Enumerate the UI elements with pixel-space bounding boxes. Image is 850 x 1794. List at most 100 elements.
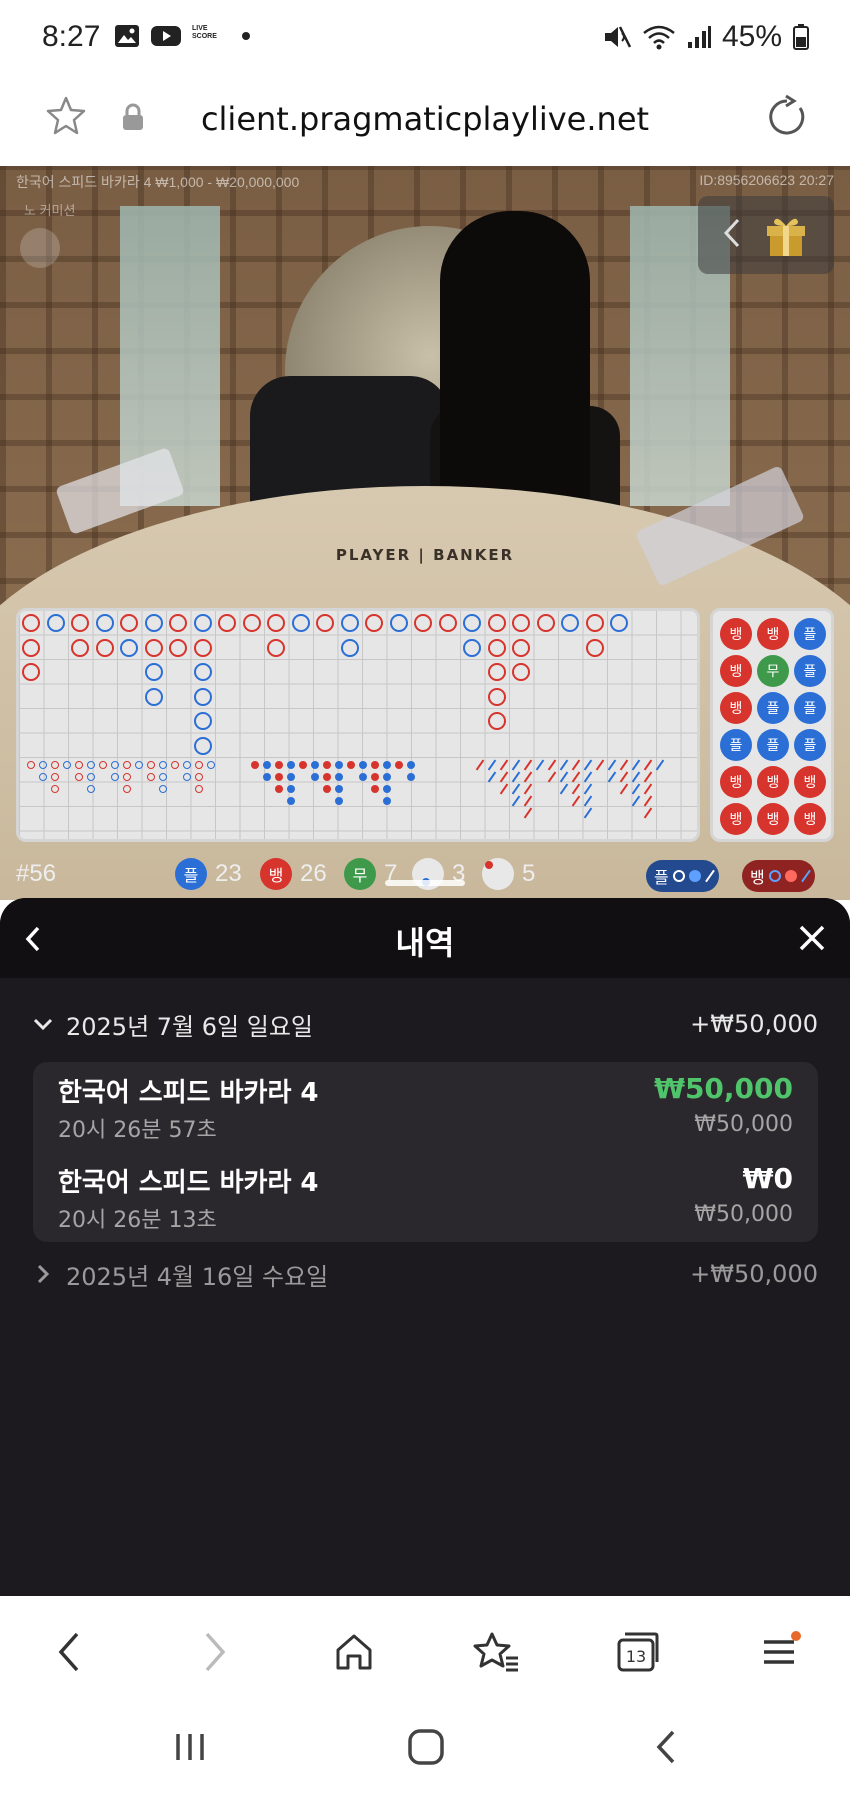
big-eye-mark [371, 761, 379, 769]
bookmarks-icon[interactable] [466, 1622, 526, 1682]
recents-icon[interactable] [160, 1722, 220, 1772]
home-icon[interactable] [324, 1622, 384, 1682]
menu-icon[interactable] [750, 1622, 810, 1682]
date-group-collapsed[interactable]: 2025년 4월 16일 수요일 +₩50,000 [32, 1254, 818, 1294]
cockroach-mark [523, 771, 533, 783]
small-road-mark [99, 761, 107, 769]
cockroach-mark [619, 783, 629, 795]
big-eye-mark [335, 761, 343, 769]
history-title: 내역 [395, 924, 455, 962]
mute-icon [604, 26, 632, 48]
status-right: 45% [602, 20, 810, 54]
tabs-icon[interactable]: 13 [608, 1622, 668, 1682]
road-bead [463, 638, 481, 657]
history-entry[interactable]: 한국어 스피드 바카라 4 20시 26분 13초 ₩0 ₩50,000 [58, 1158, 793, 1238]
big-road-scoreboard[interactable] [16, 608, 700, 842]
close-icon[interactable] [796, 922, 828, 954]
player-predict-button[interactable]: 플 [646, 860, 719, 892]
big-eye-mark [323, 773, 331, 781]
cockroach-mark [571, 759, 581, 771]
system-back-icon[interactable] [636, 1722, 696, 1772]
bead-plate-player: 플 [794, 692, 826, 724]
big-eye-mark [263, 761, 271, 769]
history-entries-card: 한국어 스피드 바카라 4 20시 26분 57초 ₩50,000 ₩50,00… [33, 1062, 818, 1242]
battery-percent: 45% [721, 20, 782, 53]
date-group-expanded[interactable]: 2025년 7월 6일 일요일 +₩50,000 [32, 1004, 818, 1044]
banker-predict-button[interactable]: 뱅 [742, 860, 815, 892]
stats-bar: #56 플 23 뱅 26 무 7 3 5 플 뱅 [0, 850, 850, 900]
road-bead [22, 638, 40, 657]
big-eye-mark [335, 797, 343, 805]
road-bead [218, 614, 236, 632]
cockroach-mark [499, 771, 509, 783]
cockroach-mark [559, 771, 569, 783]
small-road-mark [27, 761, 35, 769]
small-road-mark [147, 761, 155, 769]
cockroach-mark [607, 771, 617, 783]
entry-game-name: 한국어 스피드 바카라 4 [58, 1078, 319, 1108]
menu-dot-button[interactable] [20, 228, 60, 268]
cockroach-mark [523, 759, 533, 771]
predict-ring-icon [672, 870, 685, 882]
entry-win-amount: ₩50,000 [654, 1072, 793, 1105]
cockroach-mark [571, 771, 581, 783]
bead-plate-player: 플 [794, 655, 826, 687]
cockroach-mark [571, 795, 581, 807]
big-eye-mark [275, 785, 283, 793]
cockroach-mark [619, 759, 629, 771]
big-eye-mark [383, 761, 391, 769]
table-subinfo: 노 커미션 [24, 203, 76, 218]
cockroach-mark [511, 795, 521, 807]
bead-plate-banker: 뱅 [757, 803, 789, 835]
cockroach-mark [499, 759, 509, 771]
small-road-mark [123, 761, 131, 769]
battery-icon [793, 24, 809, 50]
cockroach-mark [631, 795, 641, 807]
road-bead [512, 638, 530, 657]
bead-plate[interactable]: 뱅뱅플뱅무플뱅플플플플플뱅뱅뱅뱅뱅뱅 [710, 608, 834, 842]
status-notification-icons: LIVE SCORE [114, 24, 250, 48]
big-eye-mark [275, 761, 283, 769]
cockroach-mark [583, 759, 593, 771]
cockroach-mark [487, 771, 497, 783]
chevron-right-icon [37, 1264, 50, 1284]
reload-icon[interactable] [764, 94, 810, 145]
big-eye-mark [323, 785, 331, 793]
cockroach-mark [523, 807, 533, 819]
banker-pair-icon [482, 858, 514, 890]
road-bead [487, 614, 506, 632]
small-road-mark [111, 773, 119, 781]
home-button-icon[interactable] [396, 1722, 456, 1772]
banker-predict-label: 뱅 [750, 868, 765, 887]
banker-count: 뱅 26 [260, 858, 327, 890]
gallery-icon [115, 25, 139, 47]
player-badge: 플 [175, 858, 207, 890]
history-entry[interactable]: 한국어 스피드 바카라 4 20시 26분 57초 ₩50,000 ₩50,00… [58, 1068, 793, 1148]
bead-plate-player: 플 [794, 729, 826, 761]
road-bead [610, 614, 628, 632]
road-bead [144, 614, 163, 632]
big-eye-mark [287, 773, 295, 781]
road-bead [193, 712, 212, 730]
banker-badge: 뱅 [260, 858, 292, 890]
youtube-icon [151, 26, 181, 46]
gift-icon[interactable] [764, 210, 808, 258]
chevron-left-icon[interactable] [720, 216, 744, 250]
sheet-drag-handle[interactable] [385, 880, 465, 886]
big-eye-mark [287, 785, 295, 793]
forward-icon[interactable] [184, 1622, 244, 1682]
road-bead [242, 614, 261, 632]
chevron-down-icon [33, 1018, 53, 1031]
road-bead [463, 614, 481, 632]
road-bead [46, 614, 65, 632]
road-bead [561, 614, 579, 632]
promotions-panel[interactable] [698, 196, 834, 274]
signal-icon [687, 26, 711, 48]
url-field[interactable]: client.pragmaticplaylive.net [0, 100, 850, 138]
cockroach-mark [643, 783, 653, 795]
cockroach-mark [595, 759, 605, 771]
road-bead [95, 614, 114, 632]
bead-plate-banker: 뱅 [794, 766, 826, 798]
back-icon[interactable] [40, 1622, 100, 1682]
cockroach-mark [511, 771, 521, 783]
